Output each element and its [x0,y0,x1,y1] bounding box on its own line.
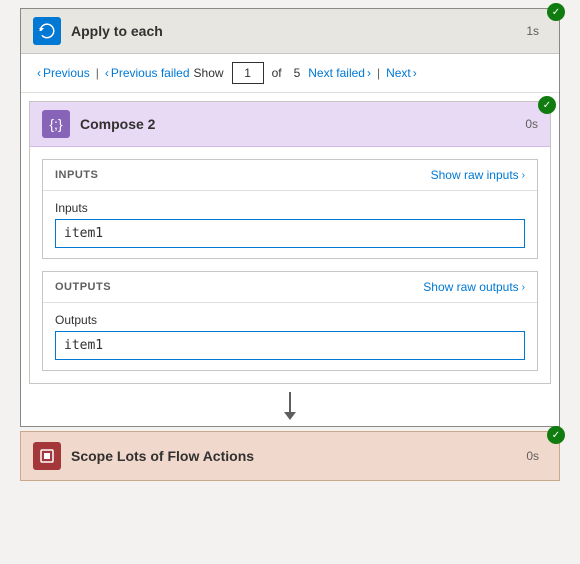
compose-title: Compose 2 [80,116,525,132]
page-input[interactable] [232,62,264,84]
compose-block: {;} Compose 2 0s ✓ INPUTS Show raw input… [29,101,551,384]
compose-success-badge: ✓ [538,96,556,114]
loop-icon [33,17,61,45]
compose-icon: {;} [42,110,70,138]
chevron-right-icon: › [522,170,525,181]
inputs-field-label: Inputs [55,201,525,215]
inputs-panel: INPUTS Show raw inputs › Inputs item1 [42,159,538,259]
next-button[interactable]: Next › [386,66,417,80]
inputs-field-area: Inputs item1 [43,191,537,258]
outputs-section-label: OUTPUTS [55,281,111,293]
scope-duration: 0s [526,449,539,463]
compose-duration: 0s [525,117,538,131]
apply-to-each-duration: 1s [526,24,539,38]
of-text: of [272,66,282,80]
previous-failed-button[interactable]: ‹ Previous failed [105,66,190,80]
inner-arrow-connector [21,392,559,420]
arrow-head [284,412,296,420]
apply-to-each-container: Apply to each 1s ✓ ‹ Previous | ‹ Previo… [20,8,560,427]
outputs-panel: OUTPUTS Show raw outputs › Outputs item1 [42,271,538,371]
show-raw-inputs-button[interactable]: Show raw inputs › [431,168,525,182]
show-raw-outputs-button[interactable]: Show raw outputs › [423,280,525,294]
scope-title: Scope Lots of Flow Actions [71,448,526,464]
chevron-right-icon-2: › [522,282,525,293]
outputs-field-value: item1 [55,331,525,360]
outputs-section-header: OUTPUTS Show raw outputs › [43,272,537,303]
outputs-field-label: Outputs [55,313,525,327]
scope-success-badge: ✓ [547,426,565,444]
separator-2: | [377,66,380,80]
pagination-bar: ‹ Previous | ‹ Previous failed Show of 5… [21,54,559,93]
inputs-section-label: INPUTS [55,169,98,181]
scope-block[interactable]: Scope Lots of Flow Actions 0s ✓ [20,431,560,481]
scope-icon [33,442,61,470]
inputs-section-header: INPUTS Show raw inputs › [43,160,537,191]
total-pages: 5 [294,66,301,80]
compose-content: INPUTS Show raw inputs › Inputs item1 [30,159,550,371]
show-label: Show [194,66,224,80]
arrow-line [289,392,291,412]
outputs-field-area: Outputs item1 [43,303,537,370]
next-failed-button[interactable]: Next failed › [308,66,371,80]
apply-to-each-success-badge: ✓ [547,3,565,21]
compose-header[interactable]: {;} Compose 2 0s ✓ [30,102,550,147]
apply-to-each-title: Apply to each [71,23,526,39]
apply-to-each-header: Apply to each 1s ✓ [21,9,559,54]
main-wrapper: Apply to each 1s ✓ ‹ Previous | ‹ Previo… [0,0,580,564]
inputs-field-value: item1 [55,219,525,248]
previous-button[interactable]: ‹ Previous [37,66,90,80]
separator-1: | [96,66,99,80]
